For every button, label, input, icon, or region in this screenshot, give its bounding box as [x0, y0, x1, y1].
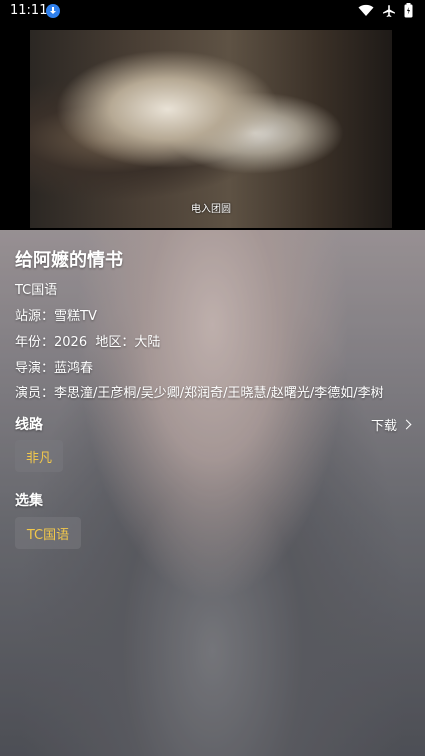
download-label: 下载	[370, 419, 397, 434]
source-label: 站源：	[15, 309, 55, 324]
episodes-label: 选集	[15, 493, 43, 509]
video-subtitle: 电入团圆	[191, 204, 231, 215]
episode-option[interactable]: TC国语	[15, 517, 81, 549]
status-bar: 11:11	[0, 0, 425, 24]
airplane-icon	[382, 4, 396, 18]
wifi-icon	[358, 4, 374, 17]
download-button[interactable]: 下载	[370, 415, 412, 434]
director-label: 导演：	[15, 361, 55, 376]
cast-value: 李思潼/王彦桐/吴少卿/郑润奇/王晓慧/赵曙光/李德如/李树	[54, 386, 384, 401]
detail-content: 给阿嬷的情书 TC国语 站源：雪糕TV 年份：2026 地区：大陆 导演：蓝鸿春…	[0, 230, 425, 756]
lines-label: 线路	[15, 417, 43, 433]
source-value: 雪糕TV	[54, 309, 97, 324]
year-label: 年份：	[15, 335, 55, 350]
video-player[interactable]: 电入团圆	[0, 24, 425, 230]
cast-label: 演员：	[15, 386, 55, 401]
region-value: 大陆	[134, 335, 161, 350]
director-row: 导演：蓝鸿春	[15, 357, 93, 376]
line-option[interactable]: 非凡	[15, 440, 63, 472]
status-time: 11:11	[10, 3, 48, 18]
battery-icon	[404, 3, 413, 18]
cast-row: 演员：李思潼/王彦桐/吴少卿/郑润奇/王晓慧/赵曙光/李德如/李树	[15, 382, 415, 401]
year-value: 2026	[54, 335, 88, 350]
video-frame[interactable]: 电入团圆	[30, 30, 392, 228]
detail-panel: 给阿嬷的情书 TC国语 站源：雪糕TV 年份：2026 地区：大陆 导演：蓝鸿春…	[0, 230, 425, 756]
status-icons	[358, 3, 413, 18]
download-status-icon	[46, 4, 60, 18]
chevron-right-icon	[401, 419, 412, 430]
director-value: 蓝鸿春	[54, 361, 94, 376]
year-region-row: 年份：2026 地区：大陆	[15, 331, 160, 350]
video-title: 给阿嬷的情书	[15, 250, 123, 271]
region-label: 地区：	[95, 335, 135, 350]
video-remark: TC国语	[15, 283, 58, 298]
source-row: 站源：雪糕TV	[15, 305, 97, 324]
